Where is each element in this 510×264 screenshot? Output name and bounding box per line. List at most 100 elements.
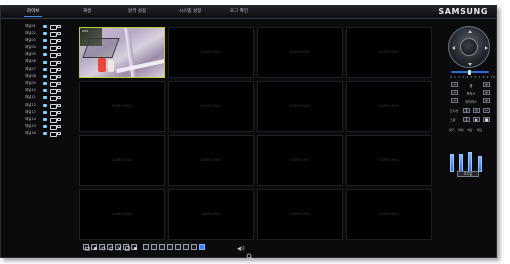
swing-play-button[interactable]: ▶ [473,117,480,122]
preset-delete-button[interactable]: − [483,108,490,113]
layout-4-button[interactable] [151,244,157,250]
camera-record-icon[interactable] [57,38,61,42]
video-tile[interactable]: SAMSUNG [79,135,165,186]
camera-list-item[interactable]: 채널14 [19,116,65,124]
camera-connect-icon[interactable] [50,89,57,95]
ptz-center[interactable] [460,38,478,56]
tab-live[interactable]: 라이브 [23,8,44,17]
camera-record-icon[interactable] [57,89,61,93]
camera-connect-icon[interactable] [50,24,57,30]
video-tile[interactable]: SAMSUNG [346,135,432,186]
camera-list-item[interactable]: 채널01 [19,23,65,30]
zoom-icon[interactable] [246,245,253,264]
tab-remote-setup[interactable]: 원격 설정 [128,8,146,14]
slider-knob[interactable] [468,69,471,75]
camera-connect-icon[interactable] [50,125,57,131]
adjust-level-bar[interactable] [478,156,482,172]
preset-select[interactable]: 1 [463,108,470,113]
camera-connect-icon[interactable] [50,110,57,116]
camera-record-icon[interactable] [57,118,61,122]
layout-8-button[interactable] [167,244,173,250]
video-tile[interactable]: SAMSUNG [346,189,432,240]
preset-numbers[interactable]: 0 1 2 3 4 5 6 7 8 9 10 [450,75,496,79]
camera-connect-icon[interactable] [50,31,57,37]
ptz-up-icon[interactable] [468,30,472,33]
camera-list-item[interactable]: 채널10 [19,88,65,95]
camera-list-item[interactable]: 채널13 [19,109,65,116]
camera-connect-icon[interactable] [50,60,57,66]
adjust-level-bar[interactable] [459,154,463,172]
video-tile[interactable]: SAMSUNG [257,189,343,240]
camera-connect-icon[interactable] [50,38,57,44]
default-button[interactable]: 초기값 [457,171,479,177]
ptz-joystick[interactable] [448,26,490,68]
ptz-speed-slider[interactable] [451,69,489,75]
refresh-icon[interactable] [107,244,113,250]
camera-list-item[interactable]: 채널03 [19,37,65,44]
tab-log[interactable]: 로그 확인 [230,8,248,14]
ptz-right-icon[interactable] [485,46,488,50]
camera-record-icon[interactable] [57,125,61,129]
camera-record-icon[interactable] [57,74,61,78]
ptz-left-icon[interactable] [452,46,455,50]
camera-record-icon[interactable] [57,96,61,100]
video-tile[interactable]: SAMSUNG [346,81,432,132]
camera-connect-icon[interactable] [50,96,57,102]
camera-list-item[interactable]: 채널16 [19,131,65,138]
focus-far-button[interactable]: + [483,90,490,95]
layout-9-button[interactable] [175,244,181,250]
layout-1-button[interactable] [143,244,149,250]
video-tile[interactable]: CH1 [79,27,165,78]
preset-save-button[interactable]: + [473,108,480,113]
tab-system-setup[interactable]: 시스템 설정 [179,8,201,14]
video-tile[interactable]: SAMSUNG [168,135,254,186]
camera-connect-icon[interactable] [50,132,57,138]
video-tile[interactable]: SAMSUNG [79,189,165,240]
camera-connect-icon[interactable] [50,46,57,52]
camera-list-item[interactable]: 채널06 [19,59,65,66]
swing-select[interactable]: 1 [463,117,470,122]
swing-stop-button[interactable]: ■ [483,117,490,122]
snapshot-icon[interactable] [123,244,130,251]
camera-connect-icon[interactable] [50,118,57,124]
camera-list-item[interactable]: 채널02 [19,30,65,37]
layout-13-button[interactable] [191,244,197,250]
focus-near-button[interactable]: − [451,90,458,95]
camera-record-icon[interactable] [57,67,61,71]
camera-record-icon[interactable] [57,53,61,57]
video-tile[interactable]: SAMSUNG [168,189,254,240]
camera-record-icon[interactable] [57,103,61,107]
camera-record-icon[interactable] [57,82,61,86]
camera-list-item[interactable]: 채널09 [19,81,65,88]
camera-record-icon[interactable] [57,110,61,114]
camera-list-item[interactable]: 채널04 [19,45,65,52]
camera-list-item[interactable]: 채널07 [19,66,65,73]
fullscreen-icon[interactable] [115,244,122,251]
print-icon[interactable] [131,244,137,250]
layout-6-button[interactable] [159,244,165,250]
iris-open-button[interactable]: + [483,98,490,103]
video-tile[interactable]: SAMSUNG [257,81,343,132]
camera-list-item[interactable]: 채널15 [19,124,65,131]
camera-record-icon[interactable] [57,24,61,28]
camera-connect-icon[interactable] [50,74,57,80]
camera-record-icon[interactable] [57,31,61,35]
video-tile[interactable]: SAMSUNG [168,27,254,78]
video-tile[interactable]: SAMSUNG [257,135,343,186]
camera-list-item[interactable]: 채널12 [19,102,65,109]
adjust-level-bar[interactable] [468,152,472,172]
layout-10-button[interactable] [183,244,189,250]
rotate-icon[interactable] [99,244,105,251]
camera-connect-icon[interactable] [50,53,57,59]
camera-list-item[interactable]: 채널05 [19,52,65,59]
camera-record-icon[interactable] [57,60,61,64]
layout-16-button[interactable] [199,244,205,250]
camera-connect-icon[interactable] [50,82,57,88]
camera-list-item[interactable]: 채널11 [19,95,65,102]
capture-icon[interactable] [83,244,90,251]
tab-playback[interactable]: 재생 [83,8,91,14]
camera-connect-icon[interactable] [50,103,57,109]
camera-record-icon[interactable] [57,46,61,50]
video-tile[interactable]: SAMSUNG [79,81,165,132]
adjust-level-bar[interactable] [450,154,454,172]
